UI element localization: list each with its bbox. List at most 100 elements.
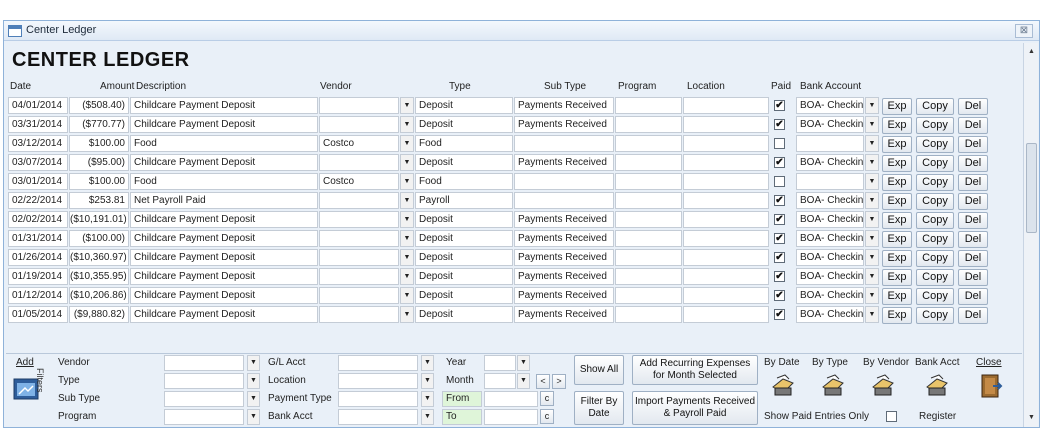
bank-dropdown-icon[interactable]: ▼	[865, 135, 879, 152]
from-calendar-button[interactable]: c	[540, 391, 554, 406]
bank-dropdown-icon[interactable]: ▼	[865, 97, 879, 114]
program-cell[interactable]	[615, 268, 682, 285]
del-button[interactable]: Del	[958, 250, 988, 267]
filter-vendor-dropdown[interactable]: ▼	[247, 355, 260, 371]
bank-dropdown-icon[interactable]: ▼	[865, 306, 879, 323]
program-cell[interactable]	[615, 306, 682, 323]
paid-checkbox[interactable]: ✔	[774, 195, 785, 206]
location-cell[interactable]	[683, 173, 769, 190]
del-button[interactable]: Del	[958, 212, 988, 229]
exp-button[interactable]: Exp	[882, 269, 912, 286]
description-cell[interactable]: Childcare Payment Deposit	[130, 287, 318, 304]
copy-button[interactable]: Copy	[916, 98, 954, 115]
location-cell[interactable]	[683, 211, 769, 228]
date-cell[interactable]: 03/07/2014	[8, 154, 68, 171]
subtype-cell[interactable]: Payments Received	[514, 154, 614, 171]
close-label[interactable]: Close	[976, 357, 1002, 368]
type-cell[interactable]: Deposit	[415, 211, 513, 228]
prev-month-button[interactable]: <	[536, 374, 550, 389]
print-by-vendor-icon[interactable]	[870, 373, 896, 399]
description-cell[interactable]: Childcare Payment Deposit	[130, 249, 318, 266]
date-cell[interactable]: 02/22/2014	[8, 192, 68, 209]
bank-account-cell[interactable]: BOA- Checking	[796, 97, 864, 114]
vendor-dropdown-icon[interactable]: ▼	[400, 306, 414, 323]
location-cell[interactable]	[683, 268, 769, 285]
copy-button[interactable]: Copy	[916, 212, 954, 229]
bank-account-cell[interactable]: BOA- Checking	[796, 116, 864, 133]
vendor-cell[interactable]	[319, 249, 399, 266]
filter-program-dropdown[interactable]: ▼	[247, 409, 260, 425]
vendor-dropdown-icon[interactable]: ▼	[400, 249, 414, 266]
exp-button[interactable]: Exp	[882, 212, 912, 229]
add-recurring-expenses-button[interactable]: Add Recurring Expenses for Month Selecte…	[632, 355, 758, 385]
vendor-cell[interactable]	[319, 192, 399, 209]
bank-account-cell[interactable]: BOA- Checking	[796, 249, 864, 266]
vendor-dropdown-icon[interactable]: ▼	[400, 287, 414, 304]
print-by-date-icon[interactable]	[770, 373, 796, 399]
print-register-icon[interactable]	[924, 373, 950, 399]
vendor-cell[interactable]	[319, 230, 399, 247]
exp-button[interactable]: Exp	[882, 174, 912, 191]
program-cell[interactable]	[615, 249, 682, 266]
type-cell[interactable]: Deposit	[415, 268, 513, 285]
del-button[interactable]: Del	[958, 98, 988, 115]
subtype-cell[interactable]	[514, 192, 614, 209]
subtype-cell[interactable]: Payments Received	[514, 230, 614, 247]
type-cell[interactable]: Payroll	[415, 192, 513, 209]
filter-subtype-dropdown[interactable]: ▼	[247, 391, 260, 407]
bank-account-cell[interactable]: BOA- Checking	[796, 192, 864, 209]
bank-dropdown-icon[interactable]: ▼	[865, 173, 879, 190]
filter-vendor-select[interactable]	[164, 355, 244, 371]
date-cell[interactable]: 02/02/2014	[8, 211, 68, 228]
date-cell[interactable]: 01/26/2014	[8, 249, 68, 266]
amount-cell[interactable]: ($508.40)	[69, 97, 129, 114]
vendor-cell[interactable]	[319, 116, 399, 133]
vendor-cell[interactable]	[319, 154, 399, 171]
del-button[interactable]: Del	[958, 117, 988, 134]
exp-button[interactable]: Exp	[882, 136, 912, 153]
scroll-up-icon[interactable]: ▲	[1024, 45, 1039, 59]
type-cell[interactable]: Deposit	[415, 154, 513, 171]
filter-bankacct-dropdown[interactable]: ▼	[421, 409, 434, 425]
paid-checkbox[interactable]: ✔	[774, 100, 785, 111]
show-paid-only-checkbox[interactable]	[886, 411, 897, 422]
date-cell[interactable]: 01/31/2014	[8, 230, 68, 247]
bank-account-cell[interactable]: BOA- Checking	[796, 268, 864, 285]
filter-location-select[interactable]	[338, 373, 418, 389]
vendor-cell[interactable]	[319, 287, 399, 304]
del-button[interactable]: Del	[958, 136, 988, 153]
date-cell[interactable]: 01/19/2014	[8, 268, 68, 285]
description-cell[interactable]: Childcare Payment Deposit	[130, 230, 318, 247]
vendor-cell[interactable]: Costco	[319, 173, 399, 190]
amount-cell[interactable]: $100.00	[69, 173, 129, 190]
exp-button[interactable]: Exp	[882, 231, 912, 248]
description-cell[interactable]: Childcare Payment Deposit	[130, 211, 318, 228]
description-cell[interactable]: Childcare Payment Deposit	[130, 116, 318, 133]
description-cell[interactable]: Food	[130, 135, 318, 152]
scroll-thumb[interactable]	[1026, 143, 1037, 233]
subtype-cell[interactable]: Payments Received	[514, 287, 614, 304]
amount-cell[interactable]: ($10,360.97)	[69, 249, 129, 266]
vendor-dropdown-icon[interactable]: ▼	[400, 116, 414, 133]
year-dropdown[interactable]: ▼	[517, 355, 530, 371]
type-cell[interactable]: Deposit	[415, 306, 513, 323]
copy-button[interactable]: Copy	[916, 269, 954, 286]
vendor-dropdown-icon[interactable]: ▼	[400, 173, 414, 190]
description-cell[interactable]: Net Payroll Paid	[130, 192, 318, 209]
vendor-dropdown-icon[interactable]: ▼	[400, 97, 414, 114]
description-cell[interactable]: Childcare Payment Deposit	[130, 154, 318, 171]
description-cell[interactable]: Childcare Payment Deposit	[130, 268, 318, 285]
bank-account-cell[interactable]: BOA- Checking	[796, 306, 864, 323]
subtype-cell[interactable]: Payments Received	[514, 268, 614, 285]
copy-button[interactable]: Copy	[916, 174, 954, 191]
subtype-cell[interactable]: Payments Received	[514, 249, 614, 266]
type-cell[interactable]: Deposit	[415, 230, 513, 247]
program-cell[interactable]	[615, 230, 682, 247]
description-cell[interactable]: Food	[130, 173, 318, 190]
description-cell[interactable]: Childcare Payment Deposit	[130, 97, 318, 114]
copy-button[interactable]: Copy	[916, 231, 954, 248]
paid-checkbox[interactable]: ✔	[774, 271, 785, 282]
bank-dropdown-icon[interactable]: ▼	[865, 154, 879, 171]
exp-button[interactable]: Exp	[882, 193, 912, 210]
type-cell[interactable]: Deposit	[415, 249, 513, 266]
